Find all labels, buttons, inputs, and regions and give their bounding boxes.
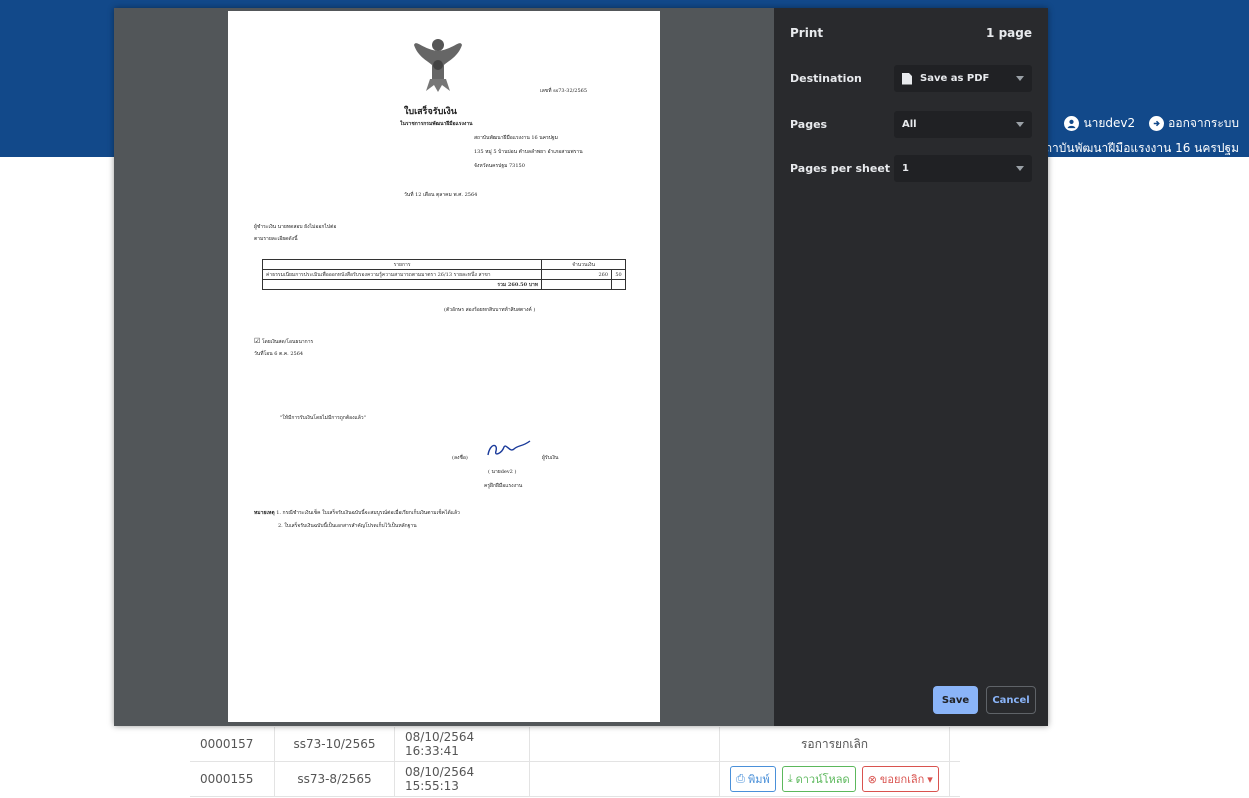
print-preview-dialog: เลขที่ ss73-32/2565 ใบเสร็จรับเงิน ในราช… [114, 8, 1048, 726]
detail-intro: ตามรายละเอียดดังนี้ [254, 236, 298, 242]
page-count: 1 page [986, 26, 1032, 40]
institution-name: สถาบันพัฒนาฝีมือแรงงาน 16 นครปฐม [1037, 141, 1239, 155]
signer-position: ครูฝึกฝีมือแรงงาน [484, 483, 523, 489]
receipt-subtitle: ในราชการกรมพัฒนาฝีมือแรงงาน [400, 121, 473, 127]
cell-receipt-no: ss73-10/2565 [275, 727, 395, 761]
cell-actions: ⎙ พิมพ์ ⤓ ดาวน์โหลด ⊗ ขอยกเลิก ▾ [720, 762, 950, 796]
item-satang: 50 [611, 269, 626, 280]
total-in-words: (ตัวอักษร สองร้อยหกสิบบาทห้าสิบสตางค์ ) [444, 307, 536, 313]
pages-per-sheet-value: 1 [902, 163, 909, 174]
logout-link[interactable]: ออกจากระบบ [1149, 114, 1239, 133]
payment-method: ☑ โดยเงินสด/โอนธนาการ [254, 337, 314, 345]
address-line: จังหวัดนครปฐม 73150 [474, 163, 525, 169]
table-row: 0000157 ss73-10/2565 08/10/2564 16:33:41… [190, 727, 960, 762]
receipt-number: เลขที่ ss73-32/2565 [540, 88, 588, 94]
caret-down-icon: ▾ [927, 772, 933, 786]
pages-per-sheet-row: Pages per sheet 1 [774, 155, 1048, 182]
receipt-total: รวม 260.50 บาท [261, 279, 543, 290]
download-button[interactable]: ⤓ ดาวน์โหลด [781, 766, 856, 792]
table-row: 0000155 ss73-8/2565 08/10/2564 15:55:13 … [190, 762, 960, 797]
col-header-item: รายการ [261, 259, 543, 270]
payment-date: วันที่โอน 6 ต.ค. 2564 [254, 351, 304, 357]
cell-receipt-no: ss73-8/2565 [275, 762, 395, 796]
signer-role: ผู้รับเงิน [542, 455, 559, 461]
request-cancel-label: ขอยกเลิก [879, 773, 925, 786]
remark-label: หมายเหตุ [254, 510, 275, 516]
pages-row: Pages All [774, 111, 1048, 138]
download-label: ดาวน์โหลด [795, 773, 850, 786]
user-name: นายdev2 [1083, 116, 1136, 130]
receipt-title: ใบเสร็จรับเงิน [404, 107, 457, 117]
payer: ผู้ชำระเงิน นายทดสอบ ยังไม่ออกไปต่อ [254, 224, 337, 230]
user-link[interactable]: นายdev2 [1064, 114, 1135, 133]
col-header-amount: จำนวนเงิน [541, 259, 626, 270]
request-cancel-button[interactable]: ⊗ ขอยกเลิก ▾ [861, 766, 939, 792]
cell-datetime: 08/10/2564 15:55:13 [395, 762, 530, 796]
address-line: 135 หมู่ 5 บ้านบ่อน ตำบลลำพยา อำเภอสามพร… [474, 149, 583, 155]
logout-label: ออกจากระบบ [1168, 116, 1239, 130]
item-baht: 260 [541, 269, 612, 280]
remark-line-2: 2. ใบเสร็จรับเงินฉบับนี้เป็นเอกสารสำคัญโ… [278, 523, 417, 529]
item-description: ค่าธรรมเนียมการประเมินเพื่อออกหนังสือรับ… [261, 269, 543, 280]
cancel-circle-icon: ⊗ [867, 772, 877, 786]
receipts-table: 0000157 ss73-10/2565 08/10/2564 16:33:41… [190, 727, 960, 797]
destination-select[interactable]: Save as PDF [894, 65, 1032, 92]
receipt-quote: "ให้มีการรับเงินโดยไม่มีการถูกต้องแล้ว" [280, 415, 366, 421]
cell-datetime: 08/10/2564 16:33:41 [395, 727, 530, 761]
cancel-button[interactable]: Cancel [986, 686, 1036, 714]
save-button[interactable]: Save [933, 686, 978, 714]
cell-note [530, 762, 720, 796]
preview-page[interactable]: เลขที่ ss73-32/2565 ใบเสร็จรับเงิน ในราช… [228, 11, 660, 722]
download-icon: ⤓ [787, 772, 793, 785]
print-button[interactable]: ⎙ พิมพ์ [730, 766, 776, 792]
checked-checkbox-icon: ☑ [254, 337, 261, 345]
sign-prefix: (ลงชื่อ) [452, 455, 468, 461]
pages-per-sheet-label: Pages per sheet [790, 162, 891, 175]
signer-name: ( นายdev2 ) [488, 469, 517, 475]
user-box: นายdev2 ออกจากระบบ สถาบันพัฒนาฝีมือแรงงา… [1037, 114, 1239, 158]
remark-line-1: หมายเหตุ 1. กรณีชำระเงินเช็ค ใบเสร็จรับเ… [254, 510, 460, 516]
cell-note [530, 727, 720, 761]
pages-per-sheet-select[interactable]: 1 [894, 155, 1032, 182]
pages-value: All [902, 119, 917, 130]
cell-id: 0000157 [190, 727, 275, 761]
chevron-down-icon [1016, 76, 1024, 81]
garuda-emblem-icon [414, 39, 462, 92]
print-label: พิมพ์ [747, 773, 770, 786]
signature-image [487, 440, 531, 456]
print-settings-panel: Print 1 page Destination Save as PDF Pag… [774, 8, 1048, 726]
print-title: Print [790, 26, 824, 40]
address-line: สถาบันพัฒนาฝีมือแรงงาน 16 นครปฐม [474, 135, 558, 141]
pages-select[interactable]: All [894, 111, 1032, 138]
user-icon [1064, 116, 1080, 131]
destination-label: Destination [790, 72, 862, 85]
destination-value: Save as PDF [920, 73, 990, 84]
cell-id: 0000155 [190, 762, 275, 796]
chevron-down-icon [1016, 122, 1024, 127]
document-icon [902, 72, 912, 85]
printer-icon: ⎙ [736, 772, 745, 785]
destination-row: Destination Save as PDF [774, 65, 1048, 92]
receipt-date: วันที่ 12 เดือน ตุลาคม พ.ศ. 2564 [404, 192, 478, 198]
logout-icon [1149, 116, 1165, 131]
receipt-items-table: รายการ จำนวนเงิน ค่าธรรมเนียมการประเมินเ… [261, 259, 626, 290]
pages-label: Pages [790, 118, 828, 131]
chevron-down-icon [1016, 166, 1024, 171]
cell-status: รอการยกเลิก [720, 727, 950, 761]
